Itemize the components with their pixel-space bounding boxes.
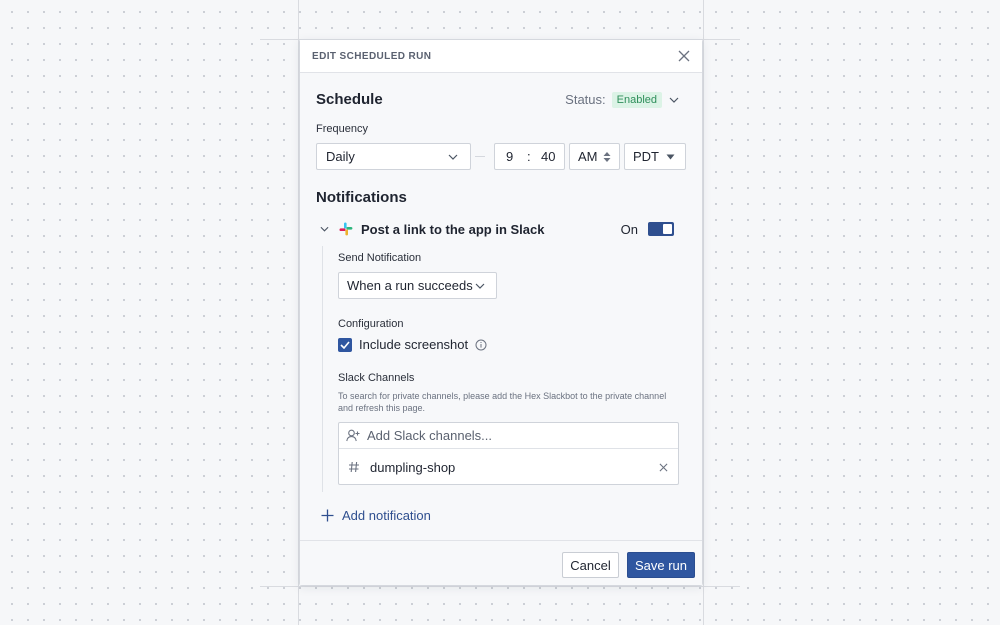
remove-channel-button[interactable] [659,463,668,472]
hour-input[interactable]: 9 [506,149,513,164]
chevron-down-icon[interactable] [318,223,330,235]
slack-channels-box: dumpling-shop [338,422,679,485]
info-icon[interactable] [475,339,487,351]
include-screenshot-label: Include screenshot [359,337,469,352]
status-badge: Enabled [611,91,662,108]
add-notification-button[interactable]: Add notification [321,508,431,523]
slack-toggle-group: On [621,222,674,237]
plus-icon [321,509,334,522]
edit-scheduled-run-dialog: EDIT SCHEDULED RUN Schedule Status: Enab… [299,39,703,586]
time-separator: : [527,149,531,164]
slack-notification-title: Post a link to the app in Slack [361,221,545,237]
checkmark-icon [340,340,350,349]
slack-enabled-toggle[interactable] [648,222,674,236]
schedule-header: Schedule Status: Enabled [316,91,680,108]
schedule-heading: Schedule [316,91,383,108]
meridiem-select[interactable]: AM [569,143,620,170]
close-icon [678,50,690,62]
save-run-button[interactable]: Save run [627,552,695,578]
channel-name: dumpling-shop [370,459,456,475]
channel-search [339,423,678,449]
canvas-guide-right [703,0,704,625]
add-notification-label: Add notification [342,508,431,523]
dialog-footer: Cancel Save run [300,540,702,585]
include-screenshot-checkbox[interactable] [338,337,352,352]
configuration-label: Configuration [338,318,404,330]
add-user-icon [346,429,360,442]
frequency-value: Daily [326,149,355,164]
slack-icon [339,222,353,236]
timezone-select[interactable]: PDT [624,143,686,170]
channel-search-input[interactable] [367,428,657,443]
send-notification-value: When a run succeeds [347,278,473,293]
sort-arrows-icon [603,151,611,162]
dialog-header: EDIT SCHEDULED RUN [300,40,702,73]
send-notification-label: Send Notification [338,252,422,264]
time-input[interactable]: 9 : 40 [494,143,565,170]
timezone-value: PDT [633,149,659,164]
channel-row: dumpling-shop [339,449,678,485]
dialog-title: EDIT SCHEDULED RUN [312,50,432,62]
canvas-guide-bottom [260,586,740,587]
meridiem-value: AM [578,149,598,164]
send-notification-select[interactable]: When a run succeeds [338,272,497,299]
toggle-label: On [620,221,638,237]
close-icon [659,463,668,471]
chevron-down-icon [474,280,486,292]
slack-channels-help: To search for private channels, please a… [338,391,667,413]
chevron-down-icon [668,94,680,106]
status-label: Status: [565,92,606,107]
frequency-divider [475,156,485,157]
cancel-button[interactable]: Cancel [562,552,619,578]
notification-indent-line [322,246,323,492]
slack-notification-header: Post a link to the app in Slack On [318,220,674,238]
status-selector[interactable]: Status: Enabled [565,91,680,108]
include-screenshot-option[interactable]: Include screenshot [338,337,487,352]
hash-icon [349,461,359,473]
chevron-down-icon [447,151,459,163]
caret-down-icon [666,154,675,159]
minute-input[interactable]: 40 [541,149,555,164]
frequency-select[interactable]: Daily [316,143,471,170]
frequency-label: Frequency [316,123,368,135]
close-button[interactable] [676,48,692,64]
slack-channels-label: Slack Channels [338,372,415,384]
notifications-heading: Notifications [316,189,407,206]
toggle-knob [663,224,672,234]
